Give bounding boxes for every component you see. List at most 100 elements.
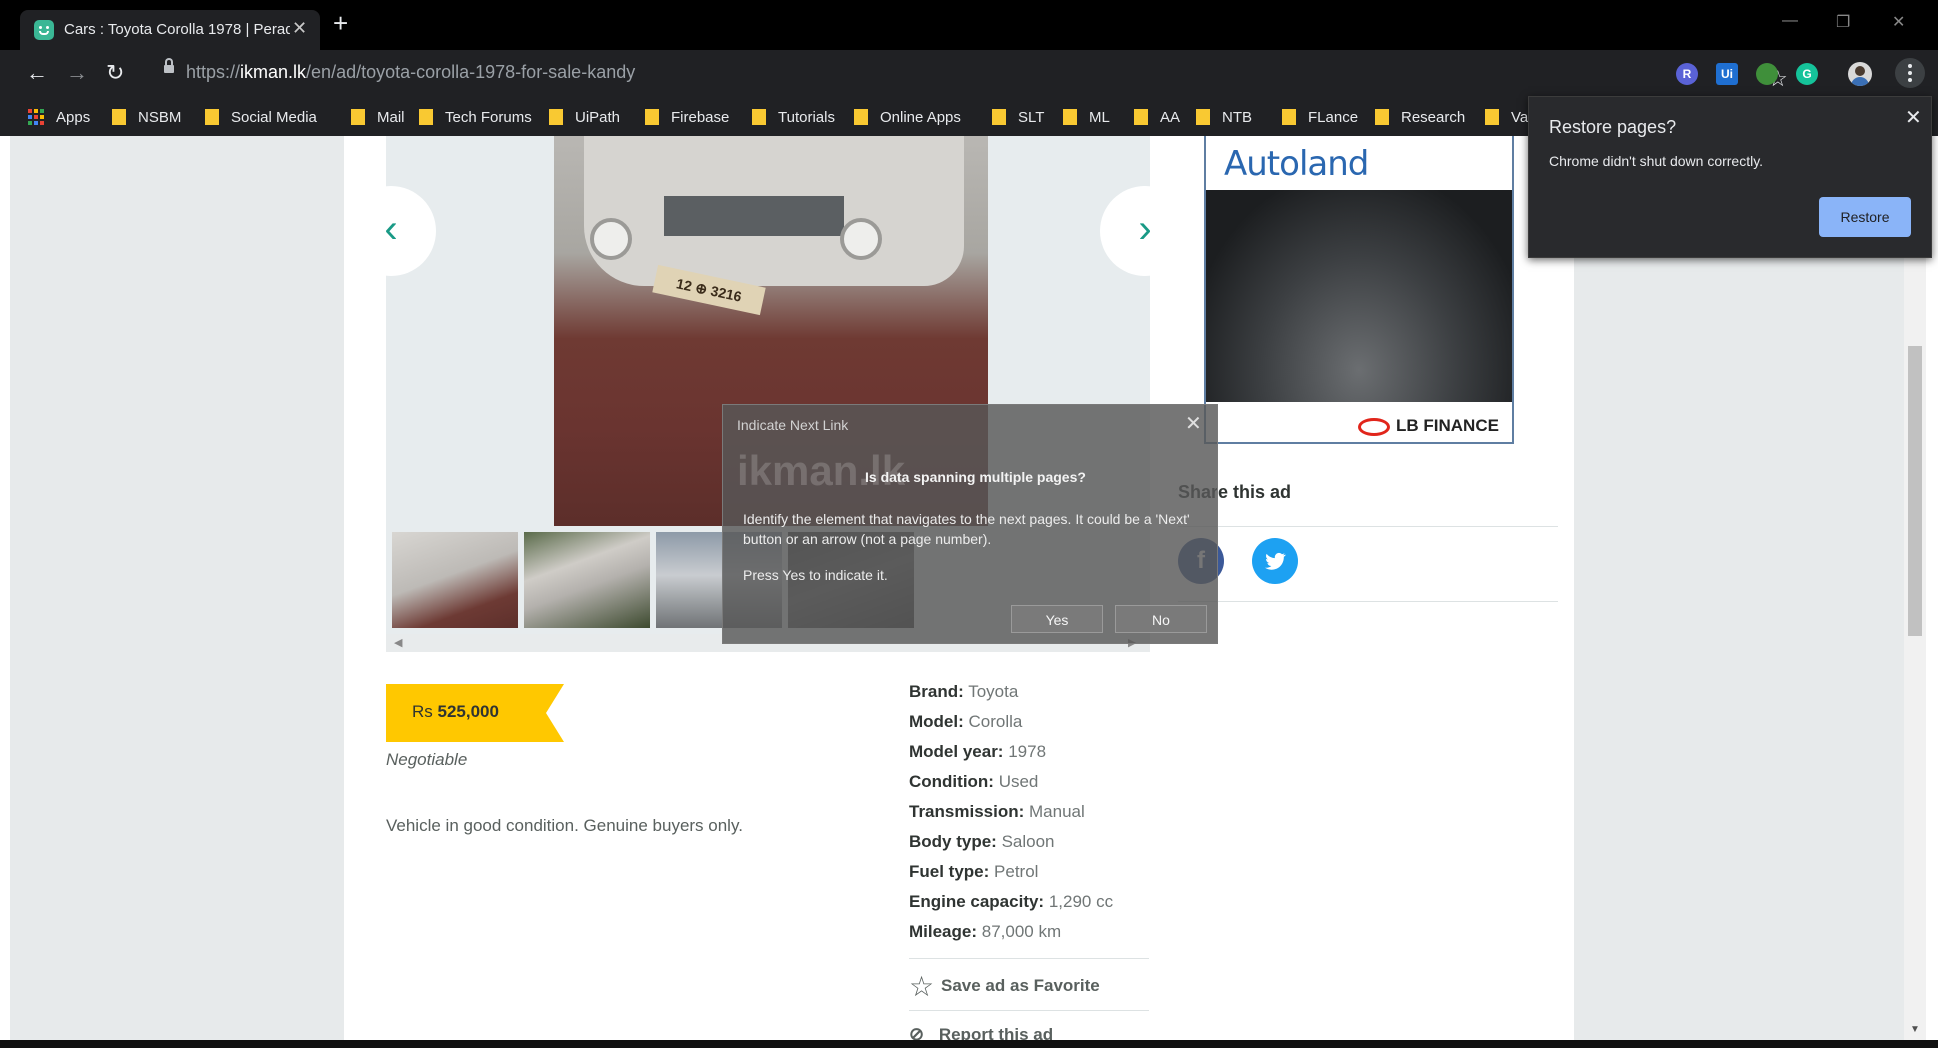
bookmark-item[interactable]: Va xyxy=(1485,98,1528,136)
chrome-menu-icon[interactable] xyxy=(1895,58,1925,88)
bookmark-item[interactable]: UiPath xyxy=(549,98,620,136)
bookmark-label: NTB xyxy=(1222,108,1252,126)
car-headlamp-right xyxy=(840,218,882,260)
folder-icon xyxy=(645,109,659,125)
restore-button[interactable]: Restore xyxy=(1819,197,1911,237)
no-button[interactable]: No xyxy=(1115,605,1207,633)
property-row: Engine capacity: 1,290 cc xyxy=(909,892,1149,922)
bookmark-item[interactable]: Online Apps xyxy=(854,98,961,136)
thumbnail-2[interactable] xyxy=(524,532,650,628)
dialog-instruction: Press Yes to indicate it. xyxy=(743,567,888,583)
star-outline-icon: ☆ xyxy=(909,971,935,1002)
minimize-button[interactable]: — xyxy=(1782,12,1798,30)
price-tag: Rs 525,000 xyxy=(386,684,564,742)
scrollbar-thumb[interactable] xyxy=(1908,346,1922,636)
bookmark-item[interactable]: FLance xyxy=(1282,98,1358,136)
negotiable-label: Negotiable xyxy=(386,750,468,769)
uipath-extension-icon[interactable]: Ui xyxy=(1716,63,1738,85)
ikman-favicon-icon xyxy=(34,20,54,40)
extension-r-icon[interactable]: R xyxy=(1676,63,1698,85)
divider xyxy=(909,958,1149,959)
scroll-down-arrow-icon[interactable]: ▼ xyxy=(1910,1024,1920,1035)
ad-properties: Brand: Toyota Model: Corolla Model year: 1… xyxy=(909,682,1149,952)
property-label: Mileage: xyxy=(909,922,978,941)
folder-icon xyxy=(992,109,1006,125)
bookmark-label: Mail xyxy=(377,108,405,126)
extension-leaf-icon[interactable] xyxy=(1756,63,1778,85)
property-value: Used xyxy=(998,772,1039,791)
folder-icon xyxy=(1134,109,1148,125)
url-text[interactable]: https://ikman.lk/en/ad/toyota-corolla-19… xyxy=(186,62,635,83)
page-scrollbar[interactable]: ▲ ▼ xyxy=(1904,136,1926,1040)
close-window-button[interactable]: ✕ xyxy=(1892,12,1905,32)
restore-window-button[interactable]: ❐ xyxy=(1836,12,1850,32)
url-host: ikman.lk xyxy=(240,62,307,82)
property-label: Transmission: xyxy=(909,802,1025,821)
divider xyxy=(909,1010,1149,1011)
price: Rs 525,000 xyxy=(412,702,499,722)
dialog-title: Indicate Next Link xyxy=(737,417,849,433)
tab-close-icon[interactable]: ✕ xyxy=(292,18,307,39)
browser-tab[interactable]: Cars : Toyota Corolla 1978 | Perad ✕ xyxy=(20,10,320,50)
property-value: 87,000 km xyxy=(981,922,1062,941)
apps-grid-icon xyxy=(28,109,44,125)
report-ad-link[interactable]: ⊘ Report this ad xyxy=(909,1024,1053,1040)
currency: Rs xyxy=(412,702,433,721)
bookmark-label: FLance xyxy=(1308,108,1359,126)
bookmark-label: Apps xyxy=(56,108,91,126)
thumbnail-1[interactable] xyxy=(392,532,518,628)
property-label: Brand: xyxy=(909,682,964,701)
next-image-button[interactable]: › xyxy=(1100,186,1190,276)
back-button[interactable]: ← xyxy=(26,60,48,86)
bookmark-item[interactable]: NTB xyxy=(1196,98,1252,136)
new-tab-button[interactable]: + xyxy=(333,10,348,36)
bookmark-item[interactable]: ML xyxy=(1063,98,1110,136)
yes-button[interactable]: Yes xyxy=(1011,605,1103,633)
property-row: Condition: Used xyxy=(909,772,1149,802)
scroll-left-arrow-icon[interactable]: ◀ xyxy=(394,636,402,649)
bookmark-item[interactable]: Social Media xyxy=(205,98,317,136)
property-row: Transmission: Manual xyxy=(909,802,1149,832)
property-label: Model year: xyxy=(909,742,1004,761)
bookmark-item[interactable]: Tech Forums xyxy=(419,98,532,136)
property-row: Body type: Saloon xyxy=(909,832,1149,862)
bookmark-label: UiPath xyxy=(575,108,621,126)
bookmark-item[interactable]: AA xyxy=(1134,98,1180,136)
bookmark-item[interactable]: Firebase xyxy=(645,98,729,136)
folder-icon xyxy=(205,109,219,125)
address-bar[interactable]: https://ikman.lk/en/ad/toyota-corolla-19… xyxy=(142,56,1788,92)
bookmark-label: Tech Forums xyxy=(445,108,532,126)
bookmark-apps[interactable]: Apps xyxy=(28,98,90,136)
price-amount: 525,000 xyxy=(437,702,499,721)
dialog-close-icon[interactable]: ✕ xyxy=(1185,411,1202,436)
url-scheme: https:// xyxy=(186,62,241,82)
restore-close-icon[interactable]: ✕ xyxy=(1905,105,1922,130)
profile-avatar[interactable] xyxy=(1848,62,1872,86)
autoland-advertisement[interactable]: Autoland LB FINANCE xyxy=(1204,136,1514,444)
property-row: Model: Corolla xyxy=(909,712,1149,742)
url-path: /en/ad/toyota-corolla-1978-for-sale-kand… xyxy=(306,62,636,82)
bookmark-item[interactable]: SLT xyxy=(992,98,1044,136)
divider xyxy=(1178,601,1558,602)
twitter-share-icon[interactable] xyxy=(1252,538,1298,584)
bookmark-label: AA xyxy=(1160,108,1181,126)
forward-button[interactable]: → xyxy=(66,60,88,86)
property-value: Corolla xyxy=(968,712,1023,731)
tab-strip: Cars : Toyota Corolla 1978 | Perad ✕ + —… xyxy=(0,0,1938,50)
restore-title: Restore pages? xyxy=(1549,117,1677,137)
bookmark-label: NSBM xyxy=(138,108,182,126)
property-label: Model: xyxy=(909,712,964,731)
dialog-heading: Is data spanning multiple pages? xyxy=(865,469,1086,485)
lock-icon[interactable] xyxy=(164,58,174,73)
bookmark-item[interactable]: NSBM xyxy=(112,98,181,136)
prev-image-button[interactable]: ‹ xyxy=(346,186,436,276)
save-favorite-button[interactable]: ☆ Save ad as Favorite xyxy=(909,971,1100,1002)
bookmark-item[interactable]: Mail xyxy=(351,98,405,136)
reload-button[interactable]: ↻ xyxy=(106,60,124,86)
property-value: Petrol xyxy=(994,862,1039,881)
bookmark-item[interactable]: Research xyxy=(1375,98,1465,136)
save-favorite-label: Save ad as Favorite xyxy=(941,976,1100,995)
property-label: Condition: xyxy=(909,772,994,791)
grammarly-icon[interactable]: G xyxy=(1796,63,1818,85)
bookmark-item[interactable]: Tutorials xyxy=(752,98,835,136)
